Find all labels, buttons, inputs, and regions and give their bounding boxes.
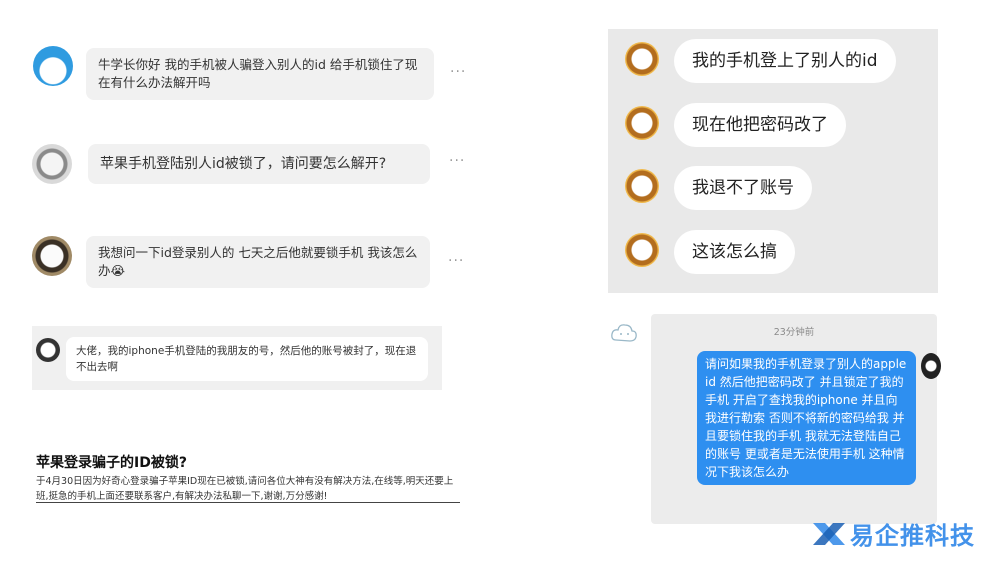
timestamp: 23分钟前 — [773, 327, 815, 338]
cloud-icon — [611, 324, 637, 342]
chat-bubble: 我想问一下id登录别人的 七天之后他就要锁手机 我该怎么办😭 — [86, 236, 430, 288]
avatar — [33, 46, 73, 86]
brand-logo-icon — [813, 523, 845, 545]
chat-bubble: 请问如果我的手机登录了别人的apple id 然后他把密码改了 并且锁定了我的手… — [697, 351, 916, 485]
avatar — [625, 42, 659, 76]
avatar — [625, 233, 659, 267]
avatar — [625, 169, 659, 203]
chat-bubble: 这该怎么搞 — [674, 230, 795, 274]
avatar — [32, 236, 72, 276]
avatar — [32, 144, 72, 184]
avatar — [36, 338, 60, 362]
chat-bubble: 牛学长你好 我的手机被人骗登入别人的id 给手机锁住了现在有什么办法解开吗 — [86, 48, 434, 100]
watermark-text: 易企推科技 — [850, 522, 975, 550]
more-options-icon[interactable]: ··· — [449, 153, 465, 169]
more-options-icon[interactable]: ··· — [448, 253, 464, 269]
divider — [36, 502, 460, 503]
more-options-icon[interactable]: ··· — [450, 64, 466, 80]
chat-bubble: 苹果手机登陆别人id被锁了，请问要怎么解开? — [88, 144, 430, 184]
post-body: 于4月30日因为好奇心登录骗子苹果ID现在已被锁,请问各位大神有没有解决方法,在… — [36, 476, 454, 502]
chat-bubble: 大佬，我的iphone手机登陆的我朋友的号，然后他的账号被封了，现在退不出去啊 — [66, 337, 428, 381]
chat-bubble: 我的手机登上了别人的id — [674, 39, 896, 83]
chat-bubble: 我退不了账号 — [674, 166, 812, 210]
chat-bubble: 现在他把密码改了 — [674, 103, 846, 147]
avatar — [625, 106, 659, 140]
avatar — [921, 353, 941, 379]
post-title: 苹果登录骗子的ID被锁? — [36, 455, 187, 471]
